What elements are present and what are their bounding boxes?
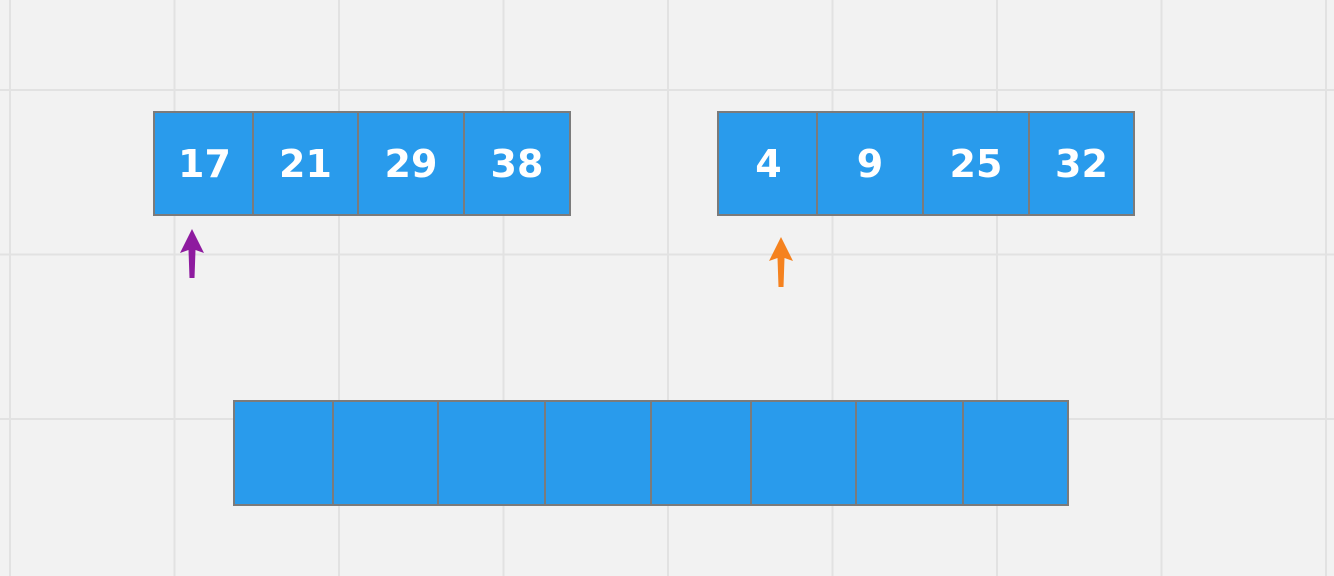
result-array-cell xyxy=(750,400,857,506)
left-pointer-arrow-shape xyxy=(180,229,204,278)
result-array-cell xyxy=(233,400,336,506)
right-array-cell: 4 xyxy=(717,111,820,216)
result-array-cell xyxy=(544,400,652,506)
right-pointer-arrow-icon xyxy=(769,237,793,287)
left-pointer-arrow-icon xyxy=(180,229,204,278)
result-array-cell xyxy=(650,400,754,506)
right-array-cell: 32 xyxy=(1028,111,1135,216)
result-array-cell xyxy=(437,400,546,506)
result-array-cell xyxy=(962,400,1069,506)
result-array-cell xyxy=(855,400,964,506)
right-array-cell: 9 xyxy=(816,111,924,216)
left-array-cell: 38 xyxy=(463,111,571,216)
diagram-canvas: 17 21 29 38 4 9 25 32 xyxy=(0,0,1334,576)
right-array-cell: 25 xyxy=(922,111,1030,216)
left-array-cell: 17 xyxy=(153,111,256,216)
result-array-cell xyxy=(332,400,439,506)
left-array-cell: 29 xyxy=(357,111,465,216)
right-pointer-arrow-shape xyxy=(769,237,793,287)
left-array-cell: 21 xyxy=(252,111,359,216)
